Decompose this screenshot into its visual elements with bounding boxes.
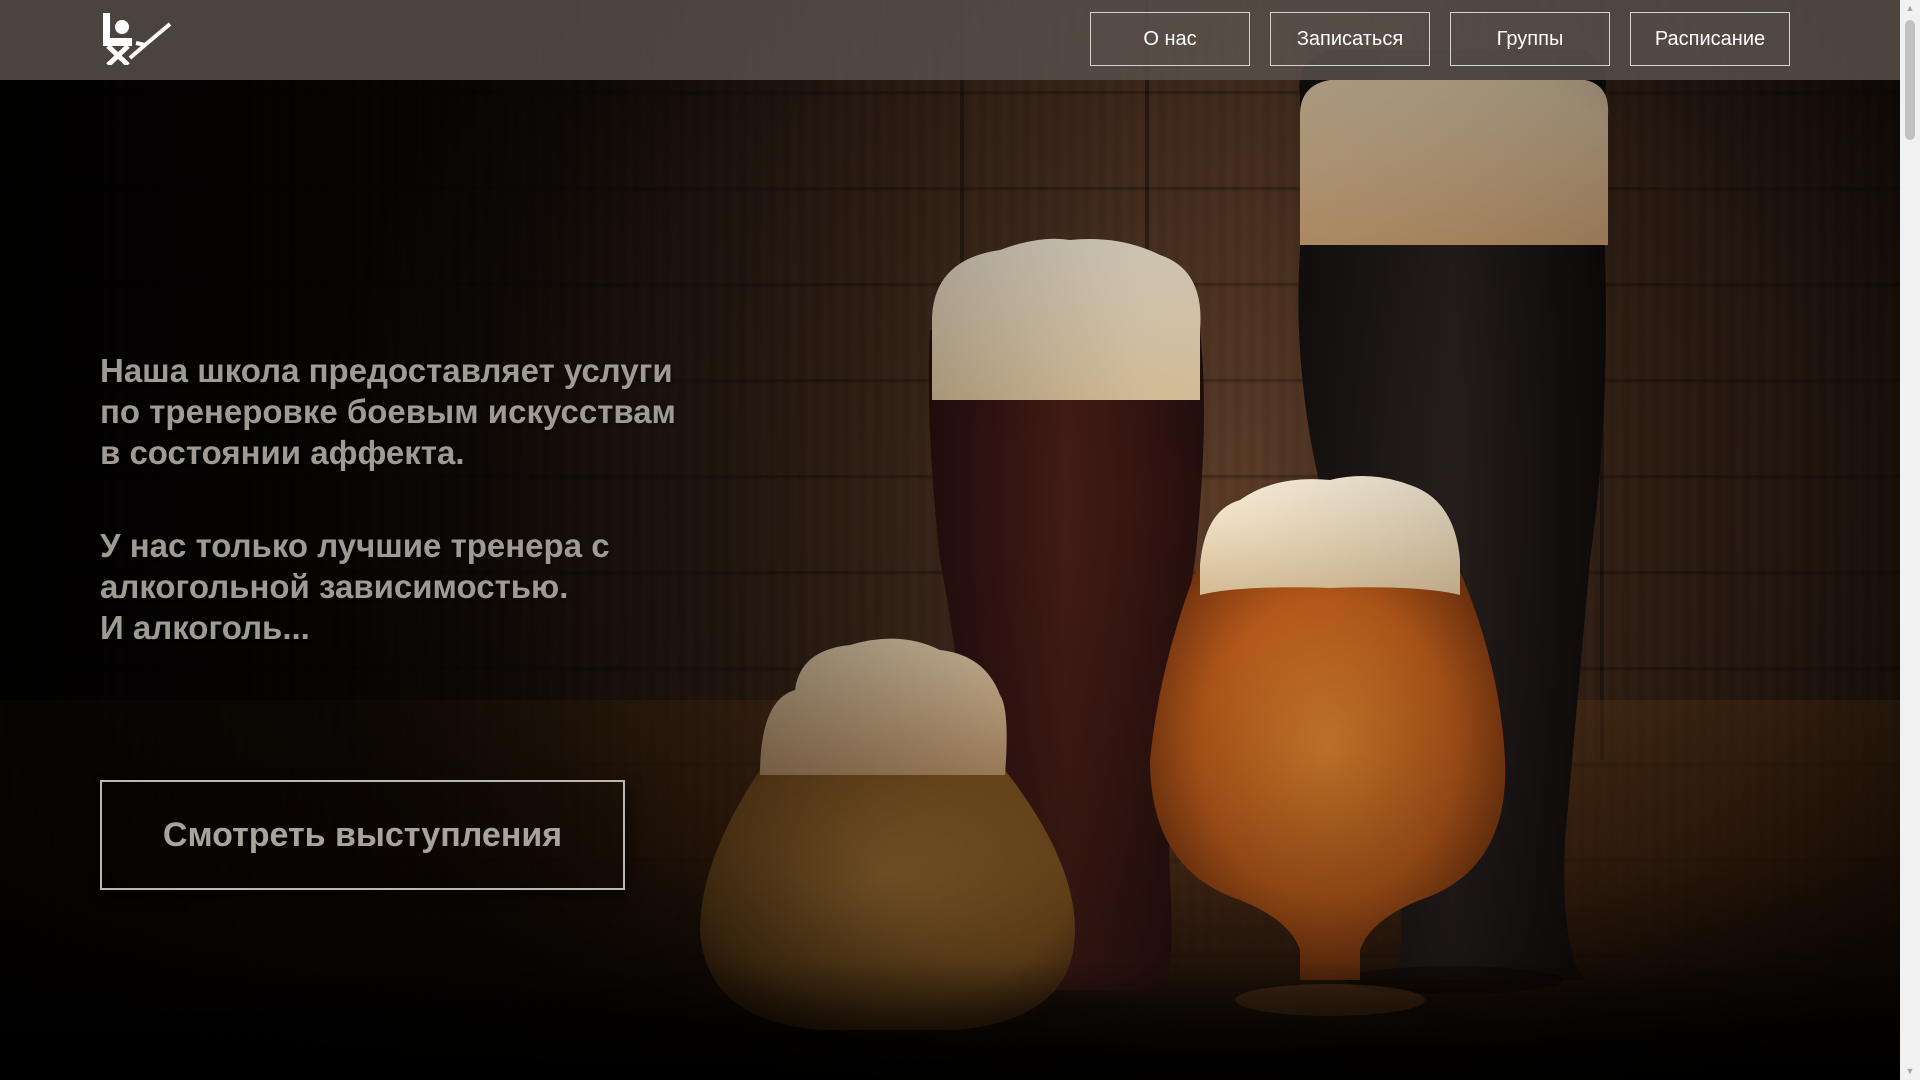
nav-about-button[interactable]: О нас (1090, 12, 1250, 66)
nav-schedule-button[interactable]: Расписание (1630, 12, 1790, 66)
nav-groups-button[interactable]: Группы (1450, 12, 1610, 66)
nav-signup-button[interactable]: Записаться (1270, 12, 1430, 66)
watch-performances-button[interactable]: Смотреть выступления (100, 780, 625, 890)
bottom-shadow (0, 960, 1900, 1080)
main-nav: О нас Записаться Группы Расписание (1090, 12, 1790, 66)
scrollbar-thumb[interactable] (1905, 20, 1915, 140)
hero-alcohol-line: И алкоголь... (100, 609, 310, 646)
site-header: О нас Записаться Группы Расписание (0, 0, 1900, 80)
hero-trainers-paragraph: У нас только лучшие тренера с алкогольно… (100, 527, 610, 605)
hero-intro-paragraph: Наша школа предоставляет услуги по трене… (100, 352, 676, 471)
page-scrollbar[interactable]: ▲ ▼ (1900, 0, 1920, 1080)
hero-text: Наша школа предоставляет услуги по трене… (100, 350, 700, 648)
scroll-up-arrow-icon[interactable]: ▲ (1900, 0, 1920, 17)
logo-bar-stool-drink-icon[interactable] (100, 10, 175, 67)
scroll-down-arrow-icon[interactable]: ▼ (1900, 1063, 1920, 1080)
